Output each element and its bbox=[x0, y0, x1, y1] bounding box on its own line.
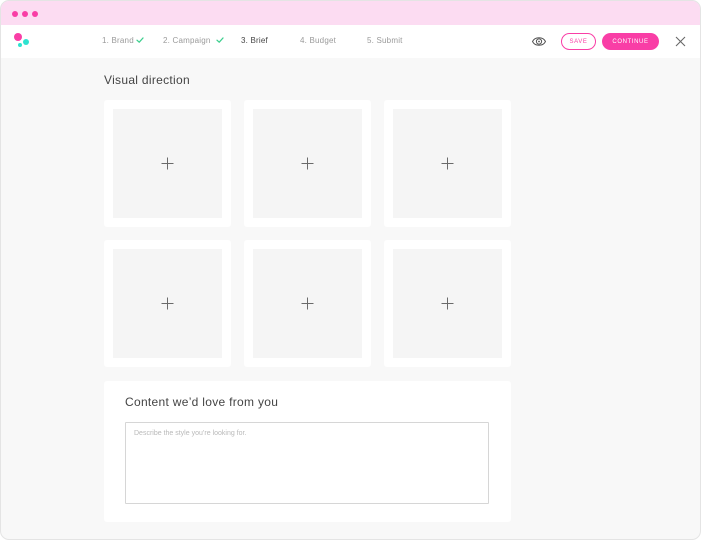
check-icon bbox=[136, 37, 144, 43]
image-upload-tile[interactable] bbox=[384, 240, 511, 367]
window-dot[interactable] bbox=[32, 11, 38, 17]
step-brief[interactable]: 3. Brief bbox=[241, 36, 268, 45]
plus-icon bbox=[441, 297, 454, 310]
image-upload-tile[interactable] bbox=[244, 240, 371, 367]
plus-icon bbox=[301, 297, 314, 310]
image-dropzone[interactable] bbox=[113, 109, 222, 218]
image-upload-tile[interactable] bbox=[104, 240, 231, 367]
image-dropzone[interactable] bbox=[253, 109, 362, 218]
close-icon[interactable] bbox=[675, 36, 686, 47]
image-dropzone[interactable] bbox=[393, 109, 502, 218]
check-icon bbox=[216, 37, 224, 43]
image-upload-tile[interactable] bbox=[384, 100, 511, 227]
step-budget[interactable]: 4. Budget bbox=[300, 36, 336, 45]
plus-icon bbox=[301, 157, 314, 170]
brand-logo-icon[interactable] bbox=[14, 33, 32, 51]
save-button[interactable]: SAVE bbox=[561, 33, 596, 50]
window-titlebar bbox=[1, 1, 700, 25]
eye-icon[interactable] bbox=[531, 34, 547, 49]
plus-icon bbox=[161, 157, 174, 170]
image-dropzone[interactable] bbox=[253, 249, 362, 358]
style-description-input[interactable] bbox=[125, 422, 489, 504]
continue-button-label: CONTINUE bbox=[612, 38, 649, 45]
app-header: 1. Brand 2. Campaign 3. Brief 4. Budget … bbox=[1, 25, 700, 58]
content-title: Content we’d love from you bbox=[125, 395, 279, 409]
content-card: Content we’d love from you bbox=[104, 381, 511, 522]
plus-icon bbox=[161, 297, 174, 310]
image-upload-tile[interactable] bbox=[244, 100, 371, 227]
save-button-label: SAVE bbox=[569, 38, 588, 45]
image-dropzone[interactable] bbox=[113, 249, 222, 358]
visual-direction-title: Visual direction bbox=[104, 73, 190, 87]
plus-icon bbox=[441, 157, 454, 170]
app-window: 1. Brand 2. Campaign 3. Brief 4. Budget … bbox=[0, 0, 701, 540]
step-submit[interactable]: 5. Submit bbox=[367, 36, 403, 45]
step-campaign[interactable]: 2. Campaign bbox=[163, 36, 211, 45]
image-dropzone[interactable] bbox=[393, 249, 502, 358]
continue-button[interactable]: CONTINUE bbox=[602, 33, 659, 50]
step-brand[interactable]: 1. Brand bbox=[102, 36, 134, 45]
window-dot[interactable] bbox=[22, 11, 28, 17]
image-upload-tile[interactable] bbox=[104, 100, 231, 227]
window-dot[interactable] bbox=[12, 11, 18, 17]
